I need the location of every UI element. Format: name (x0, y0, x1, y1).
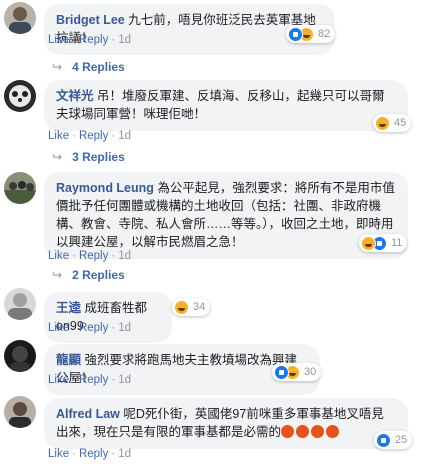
comment-author[interactable]: Alfred Law (56, 407, 120, 421)
avatar[interactable] (4, 80, 36, 112)
comment-time[interactable]: 1d (118, 250, 131, 262)
comment-time[interactable]: 1d (118, 130, 131, 142)
comment-author[interactable]: Raymond Leung (56, 181, 154, 195)
haha-reaction-icon (361, 235, 376, 251)
avatar[interactable] (4, 172, 36, 204)
comment-actions: Like · Reply · 1d (48, 250, 131, 262)
reply-link[interactable]: Reply (79, 34, 108, 46)
like-link[interactable]: Like (48, 322, 69, 334)
like-link[interactable]: Like (48, 250, 69, 262)
like-reaction-icon (288, 26, 303, 42)
reaction-count: 34 (193, 301, 206, 313)
angry-emoji-icon (281, 425, 341, 439)
replies-label: 4 Replies (72, 60, 125, 74)
replies-label: 2 Replies (72, 268, 125, 282)
comment-actions: Like · Reply · 1d (48, 448, 131, 460)
reply-arrow-icon: ↪ (52, 150, 63, 164)
comment-actions: Like · Reply · 1d (48, 322, 131, 334)
haha-reaction-icon (174, 299, 189, 315)
view-replies-link[interactable]: ↪ 2 Replies (52, 268, 125, 282)
comment-text: 吊！堆廢反軍建、反填海、反移山，起幾只可以哥爾夫球場同軍營！咪理佢哋！ (56, 89, 385, 121)
reply-link[interactable]: Reply (79, 374, 108, 386)
reply-link[interactable]: Reply (79, 250, 108, 262)
like-reaction-icon (274, 364, 289, 380)
reply-arrow-icon: ↪ (52, 60, 63, 74)
comment-author[interactable]: 文祥光 (56, 89, 94, 103)
avatar[interactable] (4, 340, 36, 372)
like-link[interactable]: Like (48, 130, 69, 142)
like-link[interactable]: Like (48, 34, 69, 46)
reaction-summary[interactable]: 34 (172, 298, 211, 316)
comment-bubble: 文祥光 吊！堆廢反軍建、反填海、反移山，起幾只可以哥爾夫球場同軍營！咪理佢哋！ (44, 80, 408, 131)
comment-actions: Like · Reply · 1d (48, 34, 131, 46)
haha-reaction-icon (375, 115, 390, 131)
replies-label: 3 Replies (72, 150, 125, 164)
comment-author[interactable]: Bridget Lee (56, 13, 125, 27)
comment-time[interactable]: 1d (118, 374, 131, 386)
reply-link[interactable]: Reply (79, 448, 108, 460)
avatar[interactable] (4, 2, 36, 34)
view-replies-link[interactable]: ↪ 3 Replies (52, 150, 125, 164)
reaction-summary[interactable]: 45 (373, 114, 412, 132)
avatar[interactable] (4, 288, 36, 320)
comment-time[interactable]: 1d (118, 448, 131, 460)
reaction-count: 30 (304, 366, 317, 378)
reaction-summary[interactable]: 25 (374, 431, 413, 449)
reaction-summary[interactable]: 11 (359, 234, 408, 252)
reply-arrow-icon: ↪ (52, 268, 63, 282)
avatar[interactable] (4, 396, 36, 428)
comment-actions: Like · Reply · 1d (48, 130, 131, 142)
like-link[interactable]: Like (48, 448, 69, 460)
like-reaction-icon (376, 432, 391, 448)
comment-time[interactable]: 1d (118, 322, 131, 334)
reaction-summary[interactable]: 30 (272, 363, 322, 381)
comment-author[interactable]: 龍顯 (56, 353, 81, 367)
comment-bubble: Alfred Law 呢D死仆街，英國佬97前咪重多軍事基地叉唔見出來，現在只是… (44, 398, 408, 449)
reaction-count: 25 (395, 434, 408, 446)
comment-bubble: Raymond Leung 為公平起見，強烈要求：將所有不是用市值價批予任何團體… (44, 172, 408, 259)
reaction-summary[interactable]: 82 (286, 25, 336, 43)
view-replies-link[interactable]: ↪ 4 Replies (52, 60, 125, 74)
comment-time[interactable]: 1d (118, 34, 131, 46)
like-link[interactable]: Like (48, 374, 69, 386)
comment-bubble: 王逵 成班畜牲都on99 (44, 292, 172, 343)
reply-link[interactable]: Reply (79, 322, 108, 334)
comment-actions: Like · Reply · 1d (48, 374, 131, 386)
reply-link[interactable]: Reply (79, 130, 108, 142)
reaction-count: 45 (394, 117, 407, 129)
reaction-count: 82 (318, 28, 331, 40)
comment-author[interactable]: 王逵 (56, 301, 81, 315)
reaction-count: 11 (391, 237, 403, 249)
